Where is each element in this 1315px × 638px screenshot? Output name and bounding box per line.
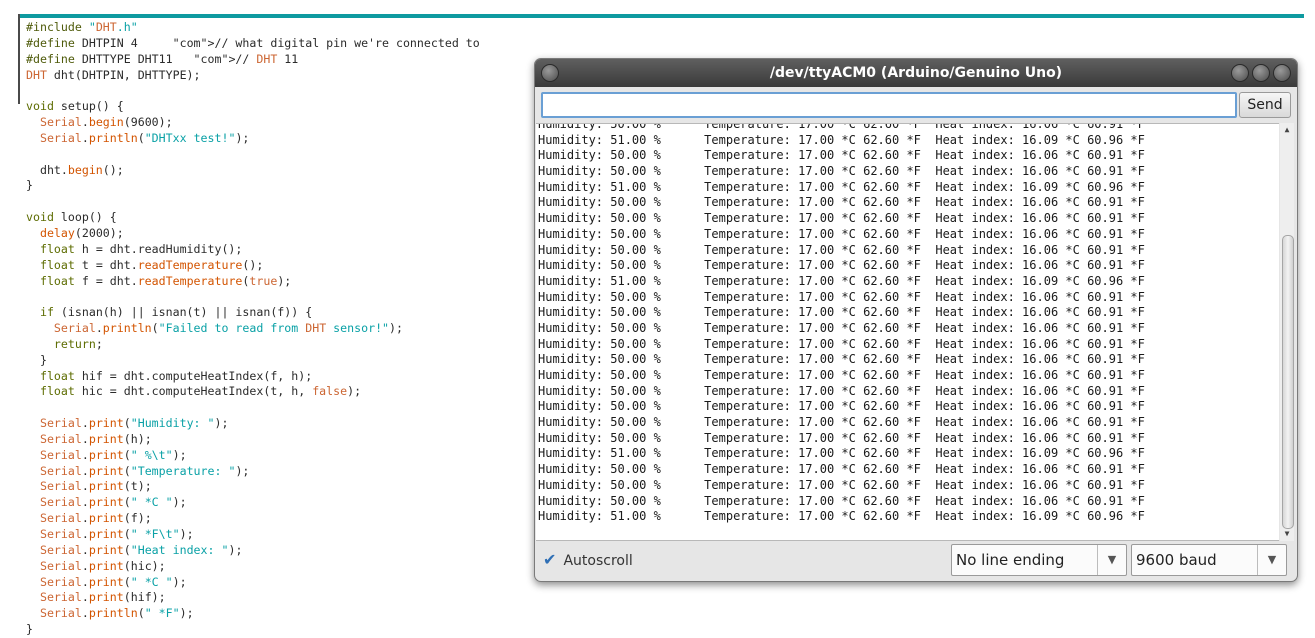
code-line: return;: [53, 336, 103, 351]
serial-output-line: Humidity: 50.00 % Temperature: 17.00 *C …: [538, 336, 1145, 351]
code-line: void setup() {: [26, 99, 124, 114]
serial-output-line: Humidity: 50.00 % Temperature: 17.00 *C …: [538, 493, 1145, 508]
autoscroll-label: Autoscroll: [563, 553, 633, 569]
serial-output-line: Humidity: 50.00 % Temperature: 17.00 *C …: [538, 399, 1145, 414]
code-line: Serial.print(hif);: [39, 590, 166, 605]
code-line: float f = dht.readTemperature(true);: [39, 273, 292, 288]
code-line: Serial.println("DHTxx test!");: [39, 130, 250, 145]
line-ending-select[interactable]: No line ending ▼: [951, 544, 1127, 576]
window-menu-icon[interactable]: [541, 64, 559, 82]
code-line: Serial.print(h);: [39, 431, 152, 446]
serial-output-line: Humidity: 50.00 % Temperature: 17.00 *C …: [538, 195, 1145, 210]
serial-output-line: Humidity: 50.00 % Temperature: 17.00 *C …: [538, 148, 1145, 163]
code-line: float h = dht.readHumidity();: [39, 241, 243, 256]
close-icon[interactable]: [1273, 64, 1291, 82]
code-editor[interactable]: #include "DHT.h" #define DHTPIN 4 "com">/…: [26, 20, 526, 638]
code-line: Serial.println("Failed to read from DHT …: [53, 321, 403, 336]
code-line: delay(2000);: [39, 225, 124, 240]
code-line: void loop() {: [26, 210, 117, 225]
send-row: Send: [541, 92, 1291, 118]
code-line: float hif = dht.computeHeatIndex(f, h);: [39, 368, 313, 383]
code-line: Serial.print("Temperature: ");: [39, 463, 250, 478]
code-line: }: [26, 178, 33, 193]
serial-output-line: Humidity: 51.00 % Temperature: 17.00 *C …: [538, 509, 1145, 524]
baud-rate-value: 9600 baud: [1136, 551, 1217, 569]
scroll-up-icon[interactable]: ▲: [1280, 125, 1294, 135]
code-line: dht.begin();: [26, 162, 124, 177]
serial-output-line: Humidity: 50.00 % Temperature: 17.00 *C …: [538, 383, 1145, 398]
code-line: Serial.print(" %\t");: [39, 447, 187, 462]
serial-output-line: Humidity: 50.00 % Temperature: 17.00 *C …: [538, 320, 1145, 335]
serial-output-line: Humidity: 50.00 % Temperature: 17.00 *C …: [538, 123, 1145, 131]
serial-output[interactable]: Humidity: 50.00 % Temperature: 17.00 *C …: [536, 123, 1279, 541]
maximize-icon[interactable]: [1252, 64, 1270, 82]
serial-output-line: Humidity: 51.00 % Temperature: 17.00 *C …: [538, 132, 1145, 147]
code-line: Serial.print("Humidity: ");: [39, 416, 229, 431]
editor-top-accent-line: [18, 14, 1304, 18]
serial-output-line: Humidity: 50.00 % Temperature: 17.00 *C …: [538, 258, 1145, 273]
chevron-down-icon: ▼: [1257, 545, 1286, 575]
code-line: float t = dht.readTemperature();: [39, 257, 264, 272]
scrollbar-thumb[interactable]: [1282, 235, 1294, 529]
code-line: #include "DHT.h": [26, 20, 138, 34]
chevron-down-icon: ▼: [1097, 545, 1126, 575]
serial-output-line: Humidity: 50.00 % Temperature: 17.00 *C …: [538, 352, 1145, 367]
code-line: Serial.begin(9600);: [39, 115, 173, 130]
window-title: /dev/ttyACM0 (Arduino/Genuino Uno): [769, 65, 1063, 81]
code-line: #define DHTPIN 4 "com">// what digital p…: [26, 35, 480, 50]
serial-output-line: Humidity: 50.00 % Temperature: 17.00 *C …: [538, 430, 1145, 445]
code-line: Serial.print("Heat index: ");: [39, 542, 243, 557]
minimize-icon[interactable]: [1231, 64, 1249, 82]
monitor-bottom-bar: ✔ Autoscroll No line ending ▼ 9600 baud …: [535, 543, 1297, 581]
code-line: }: [26, 352, 47, 367]
code-line: if (isnan(h) || isnan(t) || isnan(f)) {: [39, 305, 313, 320]
serial-output-line: Humidity: 51.00 % Temperature: 17.00 *C …: [538, 273, 1145, 288]
code-line: Serial.print(" *F\t");: [39, 527, 194, 541]
code-line: float hic = dht.computeHeatIndex(t, h, f…: [39, 384, 362, 399]
serial-output-line: Humidity: 50.00 % Temperature: 17.00 *C …: [538, 477, 1145, 492]
serial-output-line: Humidity: 50.00 % Temperature: 17.00 *C …: [538, 415, 1145, 430]
serial-output-line: Humidity: 50.00 % Temperature: 17.00 *C …: [538, 226, 1145, 241]
serial-output-line: Humidity: 51.00 % Temperature: 17.00 *C …: [538, 446, 1145, 461]
serial-output-line: Humidity: 50.00 % Temperature: 17.00 *C …: [538, 164, 1145, 179]
code-line: #define DHTTYPE DHT11 "com">// DHT 11: [26, 51, 299, 66]
serial-input-field[interactable]: [541, 92, 1237, 118]
code-line: Serial.print(hic);: [39, 558, 166, 573]
serial-output-line: Humidity: 50.00 % Temperature: 17.00 *C …: [538, 289, 1145, 304]
code-line: Serial.print(" *C ");: [39, 495, 187, 510]
baud-rate-select[interactable]: 9600 baud ▼: [1131, 544, 1287, 576]
serial-output-line: Humidity: 50.00 % Temperature: 17.00 *C …: [538, 211, 1145, 226]
code-line: Serial.println(" *F");: [39, 606, 194, 621]
autoscroll-checkbox[interactable]: ✔ Autoscroll: [543, 549, 633, 571]
serial-monitor-window: /dev/ttyACM0 (Arduino/Genuino Uno) Send …: [534, 58, 1298, 582]
serial-output-line: Humidity: 50.00 % Temperature: 17.00 *C …: [538, 305, 1145, 320]
editor-gutter-marker: [18, 14, 20, 104]
serial-output-lines: Humidity: 50.00 % Temperature: 17.00 *C …: [538, 123, 1145, 525]
output-scrollbar[interactable]: ▲ ▼: [1280, 123, 1294, 541]
send-button[interactable]: Send: [1239, 92, 1291, 118]
code-line: DHT dht(DHTPIN, DHTTYPE);: [26, 67, 201, 82]
serial-output-line: Humidity: 51.00 % Temperature: 17.00 *C …: [538, 179, 1145, 194]
serial-output-line: Humidity: 50.00 % Temperature: 17.00 *C …: [538, 462, 1145, 477]
window-titlebar[interactable]: /dev/ttyACM0 (Arduino/Genuino Uno): [535, 59, 1297, 87]
checkmark-icon: ✔: [543, 550, 557, 569]
serial-output-line: Humidity: 50.00 % Temperature: 17.00 *C …: [538, 368, 1145, 382]
code-line: Serial.print(f);: [39, 511, 152, 526]
code-line: Serial.print(" *C ");: [39, 574, 187, 589]
code-line: Serial.print(t);: [39, 479, 152, 494]
scroll-down-icon[interactable]: ▼: [1280, 529, 1294, 539]
serial-output-line: Humidity: 50.00 % Temperature: 17.00 *C …: [538, 242, 1145, 257]
line-ending-value: No line ending: [956, 551, 1065, 569]
